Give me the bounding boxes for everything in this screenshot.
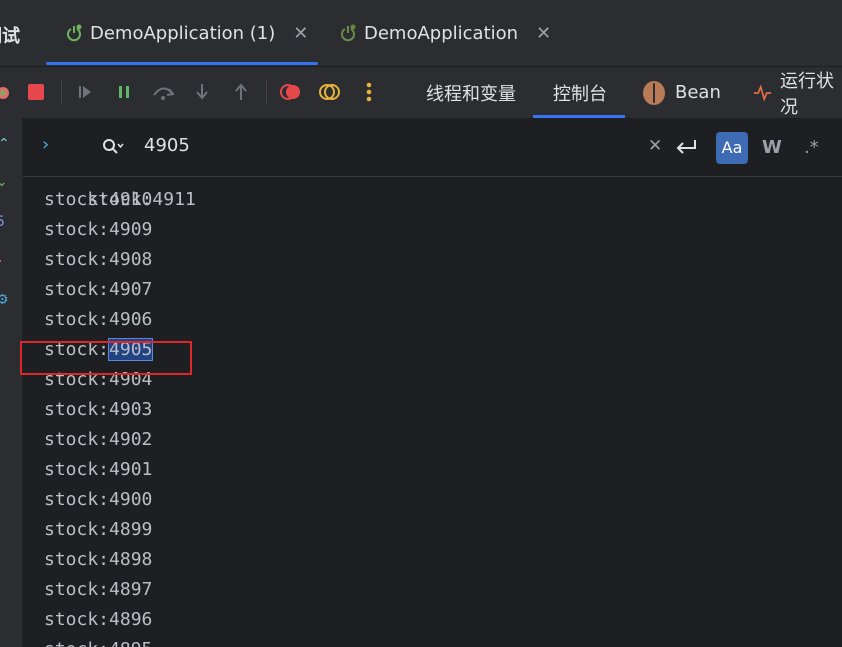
- expand-chevron-icon[interactable]: ›: [42, 134, 49, 155]
- bean-icon: [643, 80, 665, 105]
- stop-icon: [28, 84, 44, 100]
- console-line: stock:4895: [44, 635, 152, 647]
- close-icon[interactable]: ✕: [293, 23, 308, 44]
- tool-window-title: 调试: [0, 26, 20, 47]
- toolbar-divider: [266, 79, 267, 105]
- mute-breakpoints-icon: [319, 84, 340, 100]
- pin-icon[interactable]: ▏: [0, 332, 7, 348]
- tab-console[interactable]: 控制台: [533, 67, 625, 118]
- search-history-icon[interactable]: [102, 138, 124, 156]
- search-input[interactable]: 4905: [144, 135, 190, 156]
- console-search-bar: › 4905 ✕ Aa W .*: [23, 118, 842, 177]
- toolbar-divider: [61, 79, 62, 105]
- view-breakpoints-button[interactable]: [278, 79, 304, 105]
- console-line: stock:4902: [44, 429, 153, 450]
- console-line: stock:4909: [44, 219, 153, 240]
- console-line: stock:4908: [44, 249, 153, 270]
- tab-bar: 调试 DemoApplication (1) ✕ DemoApplication…: [0, 0, 842, 67]
- tab-bean[interactable]: Bean: [643, 67, 721, 118]
- more-options-icon[interactable]: [356, 79, 382, 105]
- tab-label: 线程和变量: [426, 83, 516, 105]
- whole-words-toggle[interactable]: W: [762, 137, 782, 158]
- power-icon: [66, 24, 82, 42]
- pause-button[interactable]: [111, 79, 137, 105]
- tab-label: 运行状况: [779, 70, 834, 118]
- tab-health[interactable]: 运行状况: [753, 67, 842, 118]
- step-out-icon: [235, 83, 247, 100]
- tab-label: DemoApplication (1): [90, 22, 276, 44]
- console-line: stock:4903: [44, 399, 153, 420]
- console-line: stock:4901: [44, 459, 153, 480]
- up-icon[interactable]: ⌃: [0, 136, 10, 152]
- debug-toolbar: 线程和变量 控制台 Bean 运行状况: [0, 67, 842, 119]
- console-line: stock:4906: [44, 309, 153, 330]
- power-icon: [340, 24, 356, 42]
- camera-icon[interactable]: ·: [0, 254, 2, 270]
- step-into-icon: [196, 84, 208, 100]
- step-out-button[interactable]: [228, 79, 254, 105]
- activity-icon: [753, 83, 772, 102]
- watch-icon[interactable]: 5: [0, 214, 5, 230]
- step-over-button[interactable]: [150, 79, 176, 105]
- match-case-toggle[interactable]: Aa: [716, 132, 748, 164]
- console-line: stock:4900: [44, 489, 153, 510]
- left-tool-strip: ⌃ ⌄ 5 · ⚙ ▏: [0, 118, 23, 647]
- filter-icon[interactable]: ⌄: [0, 174, 8, 190]
- console-line: stock:4907: [44, 279, 153, 300]
- console-line: stock:4898: [44, 549, 153, 570]
- tab-demoapplication[interactable]: DemoApplication ✕: [340, 0, 551, 66]
- clear-search-icon[interactable]: ✕: [648, 136, 662, 156]
- stop-button[interactable]: [23, 79, 49, 105]
- active-tab-indicator: [46, 62, 319, 65]
- console-line: stock:4899: [44, 519, 153, 540]
- close-icon[interactable]: ✕: [536, 23, 551, 44]
- tab-label: DemoApplication: [364, 22, 519, 44]
- resume-icon: [79, 86, 91, 98]
- console-line: stock:4896: [44, 609, 153, 630]
- resume-button[interactable]: [72, 79, 98, 105]
- rerun-icon[interactable]: [0, 79, 16, 105]
- console-line-partial: stock:4911: [87, 189, 196, 210]
- mute-breakpoints-button[interactable]: [317, 79, 343, 105]
- tab-demoapplication-1[interactable]: DemoApplication (1) ✕: [46, 0, 319, 66]
- console-line: stock:4897: [44, 579, 153, 600]
- tab-label: Bean: [675, 82, 721, 103]
- enter-icon[interactable]: [676, 138, 698, 156]
- annotation-highlight-box: [20, 341, 192, 375]
- tab-threads-variables[interactable]: 线程和变量: [426, 67, 516, 118]
- console-output: stock:4911 stock:4910 stock:4909 stock:4…: [23, 177, 842, 647]
- step-into-button[interactable]: [189, 79, 215, 105]
- settings-icon[interactable]: ⚙: [0, 292, 9, 308]
- pause-icon: [119, 86, 129, 98]
- breakpoints-icon: [280, 84, 300, 100]
- tab-label: 控制台: [553, 83, 607, 105]
- step-over-icon: [153, 87, 174, 100]
- console-line: stock:4910: [44, 189, 153, 210]
- regex-toggle[interactable]: .*: [804, 137, 819, 158]
